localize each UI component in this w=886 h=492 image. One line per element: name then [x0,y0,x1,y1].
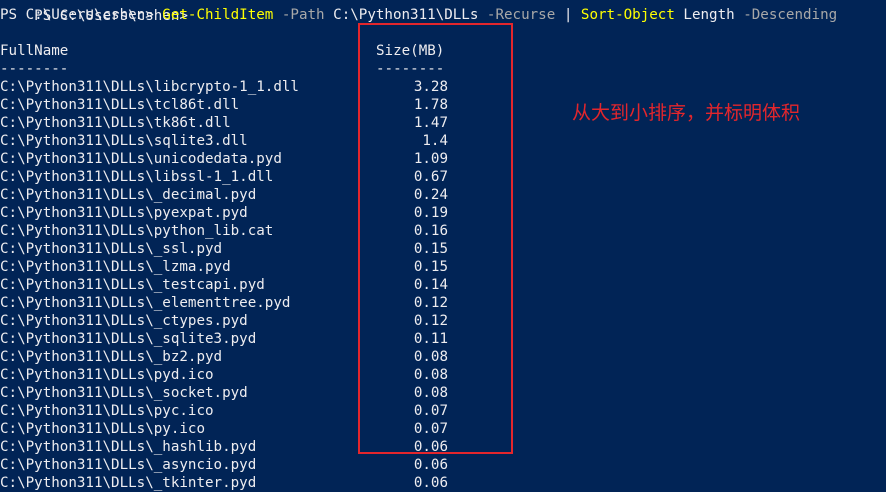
file-row-name: C:\Python311\DLLs\pyc.ico [0,403,214,419]
file-row-name: C:\Python311\DLLs\tk86t.dll [0,115,231,131]
fullname-underline: -------- [0,61,69,77]
annotation-text: 从大到小排序，并标明体积 [572,102,801,124]
fullname-header: FullName [0,43,69,59]
file-row-name: C:\Python311\DLLs\_ssl.pyd [0,241,223,257]
command-line: PS C:\Users\cshen> Get-ChildItem -Path C… [0,6,837,24]
size-column-highlight-box [358,23,513,454]
file-row-size: 0.06 [413,475,448,491]
path-value: C:\Python311\DLLs [333,7,479,23]
file-row-name: C:\Python311\DLLs\py.ico [0,421,205,437]
powershell-terminal[interactable]: PS C:\Users\cshen> PS C:\Users\cshen> Ge… [0,0,886,491]
prompt: PS C:\Users\cshen> [0,7,163,23]
file-row-name: C:\Python311\DLLs\unicodedata.pyd [0,151,282,167]
pipe-symbol: | [563,7,573,23]
file-row-name: C:\Python311\DLLs\sqlite3.dll [0,133,248,149]
file-row-name: C:\Python311\DLLs\_sqlite3.pyd [0,331,257,347]
file-row-name: C:\Python311\DLLs\_lzma.pyd [0,259,231,275]
file-row-name: C:\Python311\DLLs\_tkinter.pyd [0,475,257,491]
file-row-name: C:\Python311\DLLs\_bz2.pyd [0,349,223,365]
file-row-name: C:\Python311\DLLs\libcrypto-1_1.dll [0,79,299,95]
file-row-name: C:\Python311\DLLs\_socket.pyd [0,385,248,401]
file-row-name: C:\Python311\DLLs\_hashlib.pyd [0,439,257,455]
file-row-name: C:\Python311\DLLs\_ctypes.pyd [0,313,248,329]
file-row-name: C:\Python311\DLLs\_elementtree.pyd [0,295,291,311]
file-row-size: 0.06 [413,457,448,473]
file-row-name: C:\Python311\DLLs\libssl-1_1.dll [0,169,274,185]
param-recurse: -Recurse [486,7,556,23]
file-row-name: C:\Python311\DLLs\_decimal.pyd [0,187,257,203]
cmdlet-sort-object: Sort-Object [580,7,675,23]
cmdlet-get-childitem: Get-ChildItem [162,7,274,23]
param-descending: -Descending [743,7,838,23]
file-row-name: C:\Python311\DLLs\pyd.ico [0,367,214,383]
file-row-name: C:\Python311\DLLs\_asyncio.pyd [0,457,257,473]
param-path: -Path [281,7,325,23]
file-row-name: C:\Python311\DLLs\_testcapi.pyd [0,277,265,293]
file-row-name: C:\Python311\DLLs\tcl86t.dll [0,97,240,113]
file-row-name: C:\Python311\DLLs\pyexpat.pyd [0,205,248,221]
sort-property: Length [683,7,735,23]
file-row-name: C:\Python311\DLLs\python_lib.cat [0,223,274,239]
